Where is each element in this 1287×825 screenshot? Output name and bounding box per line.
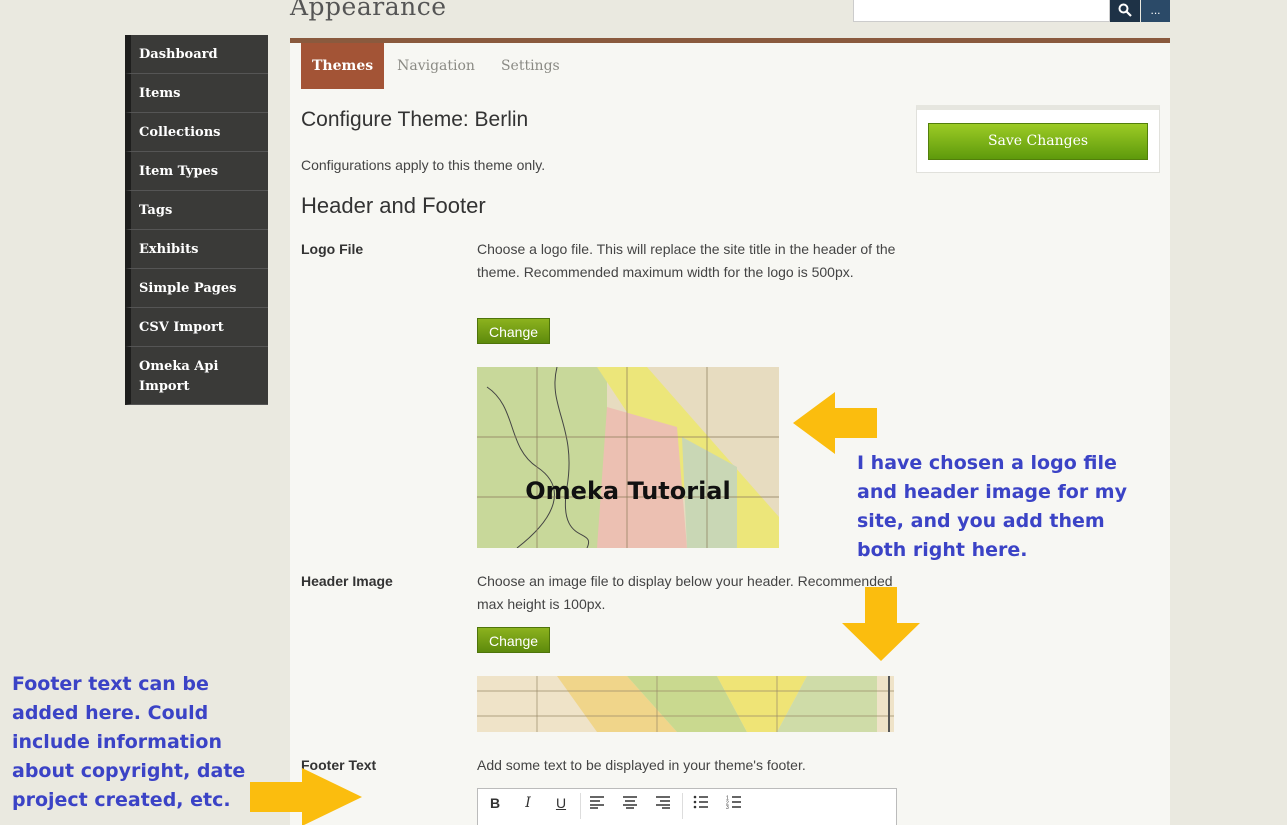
logo-preview-image: Omeka Tutorial	[477, 367, 779, 548]
toolbar-divider	[580, 793, 581, 819]
tab-bar: Themes Navigation Settings	[301, 43, 573, 89]
tab-themes[interactable]: Themes	[301, 43, 385, 89]
align-right-icon[interactable]	[652, 795, 674, 815]
header-preview-image	[477, 676, 894, 732]
search-icon	[1118, 3, 1132, 17]
map-graphic	[477, 367, 779, 548]
align-center-icon[interactable]	[619, 795, 641, 815]
logo-file-label: Logo File	[301, 241, 364, 257]
underline-icon[interactable]: U	[550, 795, 572, 815]
annotation-logo-header: I have chosen a logo file and header ima…	[857, 452, 1127, 561]
sidebar: Dashboard Items Collections Item Types T…	[125, 35, 268, 405]
save-changes-button[interactable]: Save Changes	[928, 123, 1148, 160]
section-heading: Header and Footer	[301, 193, 486, 218]
annotation-footer: Footer text can be added here. Could inc…	[12, 673, 246, 811]
tab-settings[interactable]: Settings	[488, 43, 573, 89]
header-image-label: Header Image	[301, 573, 393, 589]
footer-text-editor[interactable]: B I U 123	[477, 788, 897, 825]
bullet-list-icon[interactable]	[690, 795, 712, 815]
sidebar-item-exhibits[interactable]: Exhibits	[125, 230, 268, 269]
tab-navigation[interactable]: Navigation	[384, 43, 488, 89]
sidebar-item-dashboard[interactable]: Dashboard	[125, 35, 268, 74]
logo-file-help: Choose a logo file. This will replace th…	[477, 241, 896, 280]
svg-text:3: 3	[726, 805, 729, 809]
toolbar-divider	[682, 793, 683, 819]
sidebar-item-csv-import[interactable]: CSV Import	[125, 308, 268, 347]
header-change-button[interactable]: Change	[477, 627, 550, 653]
sidebar-item-collections[interactable]: Collections	[125, 113, 268, 152]
search-input[interactable]	[853, 0, 1110, 22]
advanced-search-button[interactable]: ...	[1141, 0, 1170, 22]
align-left-icon[interactable]	[586, 795, 608, 815]
italic-icon[interactable]: I	[517, 795, 539, 815]
header-map-graphic	[477, 676, 894, 732]
bold-icon[interactable]: B	[484, 795, 506, 815]
search-button[interactable]	[1110, 0, 1140, 22]
arrow-down-icon	[842, 587, 920, 661]
numbered-list-icon[interactable]: 123	[723, 795, 745, 815]
arrow-right-icon	[250, 768, 362, 825]
header-image-help: Choose an image file to display below yo…	[477, 573, 893, 612]
sidebar-item-tags[interactable]: Tags	[125, 191, 268, 230]
page-title: Appearance	[290, 0, 447, 21]
configure-description: Configurations apply to this theme only.	[301, 157, 546, 173]
logo-caption: Omeka Tutorial	[525, 477, 731, 505]
logo-change-button[interactable]: Change	[477, 318, 550, 344]
arrow-left-icon	[793, 392, 877, 454]
sidebar-item-omeka-api-import[interactable]: Omeka Api Import	[125, 347, 268, 405]
sidebar-item-item-types[interactable]: Item Types	[125, 152, 268, 191]
footer-text-help: Add some text to be displayed in your th…	[477, 757, 806, 773]
sidebar-item-items[interactable]: Items	[125, 74, 268, 113]
save-panel: Save Changes	[916, 105, 1160, 173]
configure-title: Configure Theme: Berlin	[301, 108, 529, 131]
sidebar-item-simple-pages[interactable]: Simple Pages	[125, 269, 268, 308]
